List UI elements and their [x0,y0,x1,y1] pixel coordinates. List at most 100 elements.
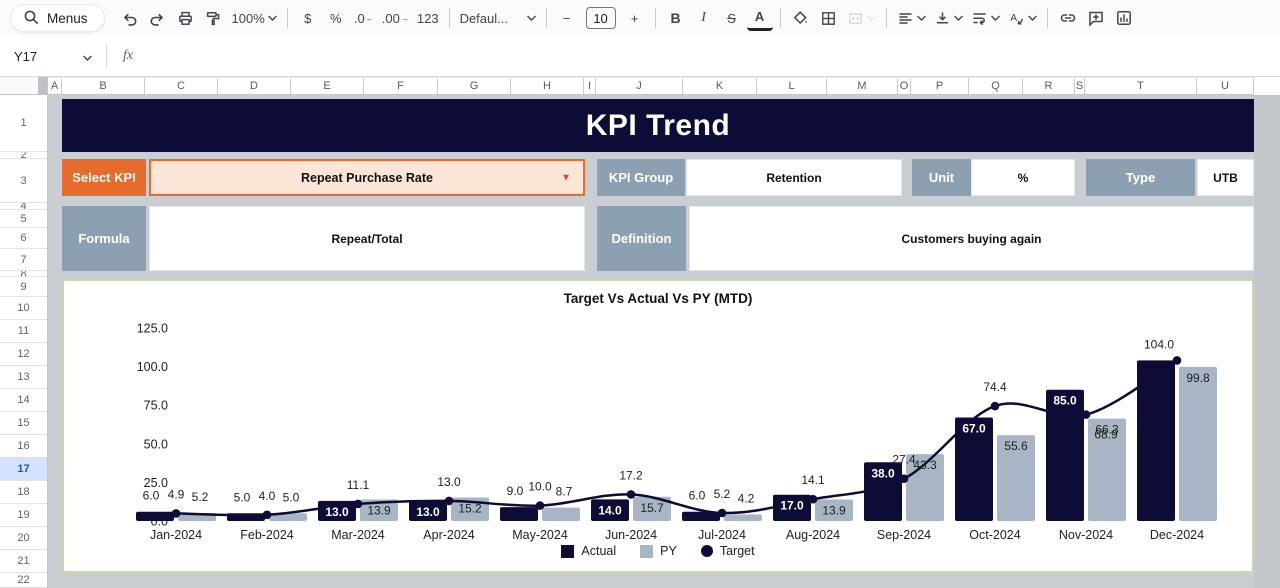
kpi-group-value[interactable]: Retention [686,159,902,196]
row-header-18[interactable]: 18 [0,481,47,504]
row-header-12[interactable]: 12 [0,343,47,366]
row-header-6[interactable]: 6 [0,228,47,249]
chevron-down-icon [917,15,926,21]
column-header-T[interactable]: T [1085,78,1197,94]
horizontal-align-button[interactable] [894,5,929,31]
row-header-16[interactable]: 16 [0,435,47,458]
increase-decimal-button[interactable]: .00→ [379,5,412,31]
row-header-7[interactable]: 7 [0,249,47,271]
text-rotation-button[interactable]: A [1005,5,1040,31]
svg-text:17.0: 17.0 [780,499,804,513]
text-wrap-button[interactable] [968,5,1003,31]
select-kpi-label[interactable]: Select KPI [62,159,146,196]
decrease-font-size-button[interactable]: − [554,5,580,31]
formula-input[interactable] [143,36,1280,76]
row-header-11[interactable]: 11 [0,320,47,343]
insert-chart-button[interactable] [1111,5,1137,31]
bold-button[interactable]: B [663,5,689,31]
select-all-corner[interactable] [0,77,48,95]
text-color-button[interactable]: A [747,5,773,31]
column-header-Q[interactable]: Q [969,78,1023,94]
column-header-U[interactable]: U [1197,78,1254,94]
decrease-decimal-button[interactable]: .0← [351,5,377,31]
merge-cells-button[interactable] [844,5,879,31]
row-header-21[interactable]: 21 [0,550,47,573]
borders-button[interactable] [816,5,842,31]
redo-button[interactable] [145,5,171,31]
column-header-S[interactable]: S [1075,78,1085,94]
column-header-G[interactable]: G [438,78,511,94]
sheet-grid[interactable]: KPI Trend Select KPI Repeat Purchase Rat… [48,95,1254,588]
svg-text:Apr-2024: Apr-2024 [423,528,474,542]
definition-label[interactable]: Definition [597,206,686,271]
font-size-input[interactable]: 10 [586,7,616,29]
strikethrough-button[interactable]: S [719,5,745,31]
kpi-chart[interactable]: 125.0100.075.050.025.00.0Jan-2024Feb-202… [62,279,1254,573]
row-header-2[interactable]: 2 [0,152,47,159]
svg-text:13.0: 13.0 [325,505,349,519]
row-header-20[interactable]: 20 [0,527,47,550]
formula-label[interactable]: Formula [62,206,146,271]
column-header-B[interactable]: B [62,78,145,94]
row-header-14[interactable]: 14 [0,389,47,412]
column-header-F[interactable]: F [364,78,438,94]
row-header-5[interactable]: 5 [0,210,47,228]
column-header-C[interactable]: C [145,78,218,94]
column-header-I[interactable]: I [584,78,596,94]
chevron-down-icon [954,15,963,21]
unit-value[interactable]: % [971,159,1075,196]
italic-button[interactable]: I [691,5,717,31]
fill-color-button[interactable] [788,5,814,31]
row-header-22[interactable]: 22 [0,573,47,588]
print-button[interactable] [173,5,199,31]
dashboard-title-banner[interactable]: KPI Trend [62,99,1254,152]
undo-button[interactable] [117,5,143,31]
row-header-17[interactable]: 17 [0,458,47,481]
column-header-K[interactable]: K [683,78,757,94]
column-header-A[interactable]: A [48,78,62,94]
row-header-9[interactable]: 9 [0,277,47,297]
increase-font-size-button[interactable]: + [622,5,648,31]
name-box[interactable]: Y17 [0,49,100,64]
type-label[interactable]: Type [1086,159,1195,196]
kpi-group-label[interactable]: KPI Group [597,159,685,196]
column-header-M[interactable]: M [827,78,898,94]
definition-value[interactable]: Customers buying again [689,206,1254,271]
zoom-select[interactable]: 100% [229,5,280,31]
column-header-R[interactable]: R [1023,78,1075,94]
paint-format-button[interactable] [201,5,227,31]
insert-link-button[interactable] [1055,5,1081,31]
select-kpi-dropdown[interactable]: Repeat Purchase Rate ▼ [149,159,585,196]
column-header-J[interactable]: J [596,78,683,94]
format-currency-button[interactable]: $ [295,5,321,31]
row-header-4[interactable]: 4 [0,203,47,210]
more-formats-button[interactable]: 123 [414,5,442,31]
column-header-H[interactable]: H [511,78,584,94]
column-header-L[interactable]: L [757,78,827,94]
row-header-15[interactable]: 15 [0,412,47,435]
column-header-D[interactable]: D [218,78,291,94]
type-value[interactable]: UTB [1197,159,1254,196]
row-header-10[interactable]: 10 [0,297,47,320]
insert-comment-button[interactable] [1083,5,1109,31]
row-header-13[interactable]: 13 [0,366,47,389]
svg-text:14.1: 14.1 [801,473,825,487]
menus-label: Menus [47,11,88,26]
svg-text:Jul-2024: Jul-2024 [698,528,746,542]
format-percent-button[interactable]: % [323,5,349,31]
svg-text:14.0: 14.0 [598,503,622,517]
font-select[interactable]: Defaul... [457,5,539,31]
column-header-P[interactable]: P [911,78,969,94]
row-header-1[interactable]: 1 [0,95,47,152]
column-header-E[interactable]: E [291,78,364,94]
unit-label[interactable]: Unit [912,159,971,196]
row-header-19[interactable]: 19 [0,504,47,527]
svg-text:15.7: 15.7 [640,501,664,515]
row-header-3[interactable]: 3 [0,159,47,203]
column-header-O[interactable]: O [898,78,911,94]
vertical-align-button[interactable] [931,5,966,31]
menus-button[interactable]: Menus [10,4,105,32]
svg-text:5.0: 5.0 [234,490,251,504]
svg-text:68.9: 68.9 [1094,428,1118,442]
formula-value[interactable]: Repeat/Total [149,206,585,271]
